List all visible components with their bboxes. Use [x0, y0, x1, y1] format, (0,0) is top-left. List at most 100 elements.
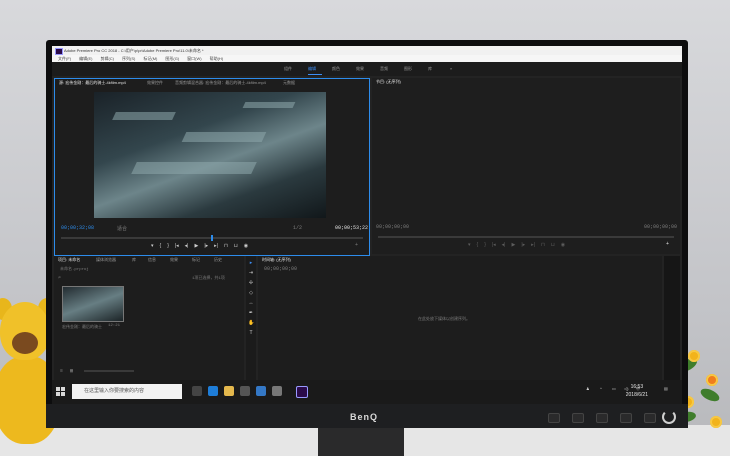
hardware-button[interactable] — [548, 413, 560, 423]
extract-icon[interactable]: ⊔ — [551, 242, 555, 248]
lift-icon[interactable]: ⊓ — [541, 242, 545, 248]
playback-resolution-select[interactable]: 1/2 — [293, 225, 302, 231]
menu-marker[interactable]: 标记(M) — [143, 55, 157, 62]
pen-tool-icon[interactable]: ✒ — [248, 310, 254, 316]
menu-file[interactable]: 文件(F) — [58, 55, 71, 62]
step-forward-icon[interactable]: |▸ — [521, 242, 525, 248]
program-time-ruler[interactable] — [378, 236, 674, 238]
menu-help[interactable]: 帮助(H) — [210, 55, 224, 62]
step-forward-icon[interactable]: |▸ — [204, 243, 208, 249]
hand-tool-icon[interactable]: ✋ — [248, 320, 254, 326]
insert-icon[interactable]: ⊓ — [224, 243, 228, 249]
tray-network-icon[interactable]: ▭ — [612, 386, 616, 391]
tab-effect-controls[interactable]: 效果控件 — [147, 79, 163, 87]
workspace-editing[interactable]: 编辑 — [308, 66, 316, 72]
tab-markers[interactable]: 标记 — [192, 256, 200, 264]
more-workspaces-icon[interactable]: » — [450, 66, 452, 71]
program-transport-controls: ▾ { } |◂ ◂| ▶ |▸ ▸| ⊓ ⊔ ◉ — [468, 242, 565, 248]
notification-icon[interactable]: ▤ — [664, 386, 668, 391]
timeline-timecode[interactable]: 00;00;00;00 — [264, 266, 297, 272]
hardware-button[interactable] — [572, 413, 584, 423]
tab-timeline[interactable]: 时间轴: (无序列) — [262, 256, 291, 264]
play-icon[interactable]: ▶ — [194, 243, 198, 249]
clip-name[interactable]: 宏伟金刚：最后的骑士 — [62, 324, 102, 330]
project-search-icon[interactable]: ⌕ — [58, 275, 61, 281]
go-to-out-icon[interactable]: ▸| — [531, 242, 535, 248]
type-tool-icon[interactable]: T — [248, 330, 254, 336]
edge-browser-icon[interactable] — [208, 386, 218, 396]
ripple-edit-tool-icon[interactable]: ✢ — [248, 280, 254, 286]
clip-duration: 12:21 — [108, 324, 121, 328]
menu-sequence[interactable]: 序列(S) — [122, 55, 135, 62]
premiere-taskbar-icon[interactable] — [296, 386, 308, 398]
clip-thumbnail[interactable] — [62, 286, 124, 322]
store-icon[interactable] — [240, 386, 250, 396]
file-explorer-icon[interactable] — [224, 386, 234, 396]
workspace-libraries[interactable]: 库 — [428, 66, 432, 72]
button-editor-icon[interactable]: + — [666, 241, 669, 247]
taskbar-clock[interactable]: 16:53 2018/6/21 — [626, 383, 648, 399]
tab-media-browser[interactable]: 媒体浏览器 — [96, 256, 116, 264]
menu-window[interactable]: 窗口(W) — [187, 55, 201, 62]
task-view-icon[interactable] — [192, 386, 202, 396]
workspace-effects[interactable]: 效果 — [356, 66, 364, 72]
workspace-assembly[interactable]: 组件 — [284, 66, 292, 72]
windows-start-icon[interactable] — [56, 387, 65, 396]
tab-source[interactable]: 源: 宏伟金刚：最后的骑士-4kfilm.mp4 — [59, 79, 126, 87]
tray-chevron-icon[interactable]: ^ — [600, 386, 602, 391]
go-to-out-icon[interactable]: ▸| — [214, 243, 218, 249]
source-timecode-duration: 00;00;53;22 — [335, 225, 369, 231]
step-back-icon[interactable]: ◂| — [185, 243, 189, 249]
track-select-tool-icon[interactable]: ⇥ — [248, 270, 254, 276]
thumbnail-zoom-slider[interactable] — [84, 370, 134, 372]
mail-icon[interactable] — [256, 386, 266, 396]
go-to-in-icon[interactable]: |◂ — [492, 242, 496, 248]
mark-in-icon[interactable]: { — [160, 243, 162, 249]
tab-program[interactable]: 节目: (无序列) — [376, 78, 401, 86]
icon-view-icon[interactable]: ▦ — [70, 368, 73, 374]
source-playhead[interactable] — [211, 235, 213, 241]
clock-date: 2018/6/21 — [625, 392, 648, 398]
power-icon[interactable] — [662, 410, 676, 424]
tray-people-icon[interactable]: ♟ — [586, 386, 590, 391]
step-back-icon[interactable]: ◂| — [502, 242, 506, 248]
monitor-stand — [318, 424, 404, 456]
source-timecode-current[interactable]: 00;00;32;08 — [61, 225, 94, 231]
settings-icon[interactable] — [272, 386, 282, 396]
taskbar-search-input[interactable]: 在这里输入你要搜索的内容 — [72, 384, 182, 399]
go-to-in-icon[interactable]: |◂ — [175, 243, 179, 249]
program-timecode-current[interactable]: 00;00;00;00 — [376, 224, 409, 230]
play-icon[interactable]: ▶ — [511, 242, 515, 248]
workspace-color[interactable]: 颜色 — [332, 66, 340, 72]
tab-info[interactable]: 信息 — [148, 256, 156, 264]
tab-history[interactable]: 历史 — [214, 256, 222, 264]
add-marker-icon[interactable]: ▾ — [468, 242, 471, 248]
export-frame-icon[interactable]: ◉ — [561, 242, 565, 248]
clock-time: 16:53 — [630, 384, 644, 390]
slip-tool-icon[interactable]: ↔ — [248, 300, 254, 306]
button-editor-icon[interactable]: + — [355, 242, 358, 248]
mark-in-icon[interactable]: { — [477, 242, 479, 248]
add-marker-icon[interactable]: ▾ — [151, 243, 154, 249]
overwrite-icon[interactable]: ⊔ — [234, 243, 238, 249]
tab-effects[interactable]: 效果 — [170, 256, 178, 264]
razor-tool-icon[interactable]: ◇ — [248, 290, 254, 296]
tab-libraries[interactable]: 库 — [132, 256, 136, 264]
selection-tool-icon[interactable]: ▸ — [248, 260, 254, 266]
menu-edit[interactable]: 编辑(E) — [79, 55, 92, 62]
workspace-audio[interactable]: 音频 — [380, 66, 388, 72]
zoom-fit-select[interactable]: 适合 — [117, 225, 127, 232]
menu-clip[interactable]: 剪辑(C) — [100, 55, 114, 62]
export-frame-icon[interactable]: ◉ — [244, 243, 248, 249]
workspace-graphics[interactable]: 图形 — [404, 66, 412, 72]
menu-graphics[interactable]: 图形(G) — [165, 55, 179, 62]
tab-project[interactable]: 项目: 未命名 — [58, 256, 80, 264]
list-view-icon[interactable]: ≡ — [60, 368, 63, 374]
tab-metadata[interactable]: 元数据 — [283, 79, 295, 87]
mark-out-icon[interactable]: } — [167, 243, 169, 249]
hardware-button[interactable] — [644, 413, 656, 423]
mark-out-icon[interactable]: } — [484, 242, 486, 248]
tab-audio-clip-mixer[interactable]: 音频剪辑混合器: 宏伟金刚：最后的骑士-4kfilm.mp4 — [175, 79, 266, 87]
hardware-button[interactable] — [596, 413, 608, 423]
hardware-button[interactable] — [620, 413, 632, 423]
